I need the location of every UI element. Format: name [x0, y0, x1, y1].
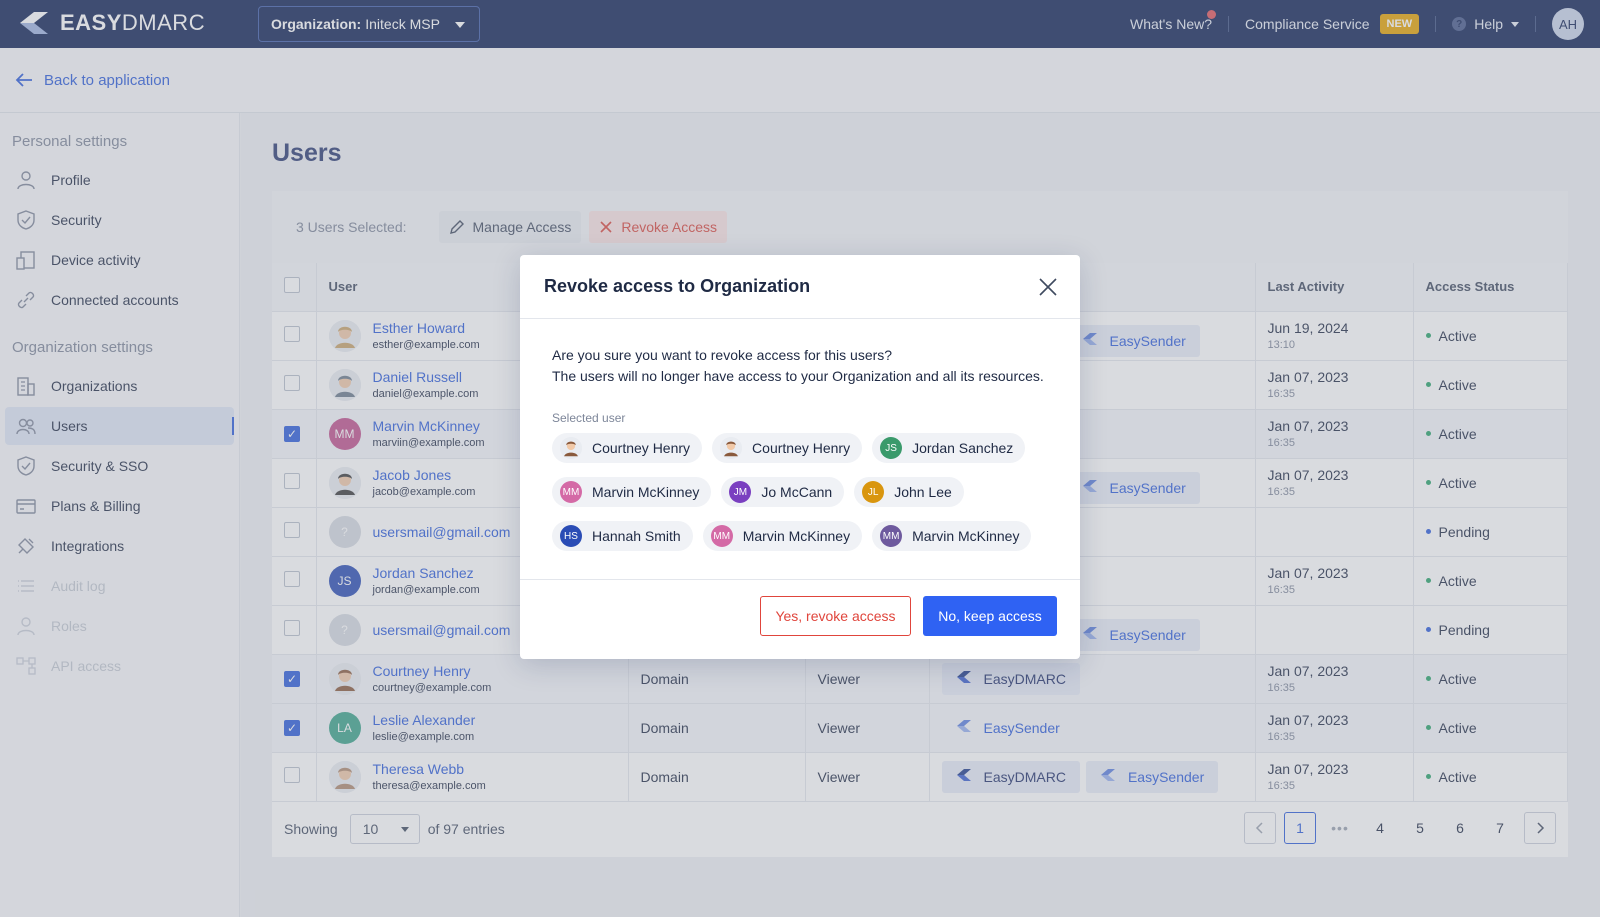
- avatar: [560, 437, 582, 459]
- revoke-access-dialog: Revoke access to Organization Are you su…: [520, 255, 1080, 659]
- selected-user-chips: Courtney Henry Courtney Henry JS Jordan San…: [552, 433, 1042, 551]
- chip-user-name: Hannah Smith: [592, 528, 681, 544]
- avatar: MM: [560, 481, 582, 503]
- avatar: JM: [729, 481, 752, 503]
- selected-user-label: Selected user: [552, 411, 626, 425]
- person-photo-icon: [720, 437, 743, 459]
- dialog-body: Are you sure you want to revoke access f…: [520, 319, 1080, 551]
- dialog-title: Revoke access to Organization: [544, 276, 811, 296]
- yes-revoke-access-button[interactable]: Yes, revoke access: [760, 596, 911, 636]
- selected-user-chip: JS Jordan Sanchez: [872, 433, 1026, 463]
- selected-user-chip: JL John Lee: [854, 477, 964, 507]
- dialog-header: Revoke access to Organization: [520, 255, 1080, 319]
- selected-user-chip: Courtney Henry: [712, 433, 863, 463]
- selected-user-chip: MM Marvin McKinney: [872, 521, 1032, 551]
- chip-user-name: Marvin McKinney: [592, 484, 700, 500]
- dialog-footer: Yes, revoke access No, keep access: [520, 579, 1080, 659]
- selected-user-chip: MM Marvin McKinney: [552, 477, 712, 507]
- selected-user-chip: MM Marvin McKinney: [702, 521, 863, 551]
- dialog-message-line-2: The users will no longer have access to …: [552, 368, 1044, 384]
- avatar: JL: [862, 481, 885, 503]
- chip-user-name: John Lee: [894, 484, 952, 500]
- chip-user-name: Jo McCann: [761, 484, 833, 500]
- selected-user-chip: Courtney Henry: [552, 433, 703, 463]
- chip-user-name: Marvin McKinney: [742, 528, 851, 544]
- person-photo-icon: [560, 437, 582, 459]
- avatar: [720, 437, 743, 459]
- selected-user-chip: HS Hannah Smith: [552, 521, 693, 551]
- chip-user-name: Courtney Henry: [592, 440, 691, 456]
- no-keep-access-button[interactable]: No, keep access: [923, 596, 1057, 636]
- chip-user-name: Courtney Henry: [752, 440, 851, 456]
- selected-user-chip: JM Jo McCann: [721, 477, 845, 507]
- dialog-message-line-1: Are you sure you want to revoke access f…: [552, 347, 893, 363]
- close-icon[interactable]: [1038, 277, 1058, 297]
- avatar: JS: [880, 437, 903, 459]
- chip-user-name: Marvin McKinney: [912, 528, 1020, 544]
- chip-user-name: Jordan Sanchez: [912, 440, 1014, 456]
- avatar: MM: [880, 525, 903, 547]
- avatar: HS: [560, 525, 582, 547]
- avatar: MM: [710, 525, 733, 547]
